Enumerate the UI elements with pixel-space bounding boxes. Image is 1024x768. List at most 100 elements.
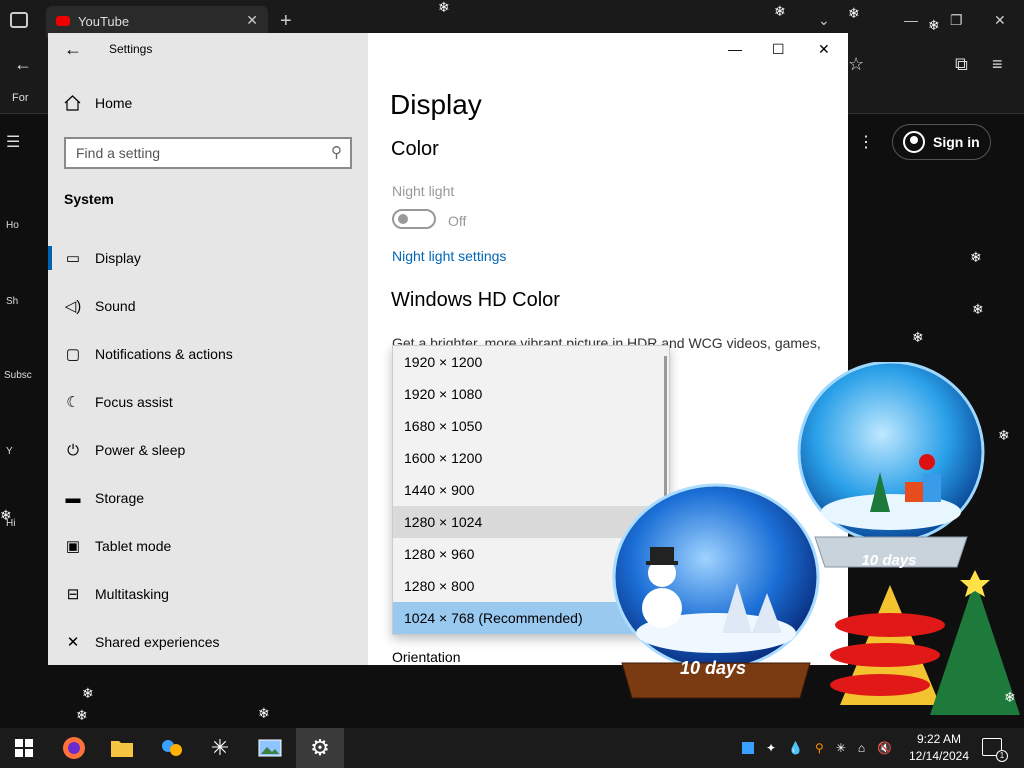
snowflake-decoration: ❄ <box>76 707 88 723</box>
snowflake-decoration: ❄ <box>258 705 270 721</box>
tablet-icon: ▣ <box>65 538 81 555</box>
monitor-icon: ▭ <box>65 250 81 267</box>
nav-item-display[interactable]: ▭ Display <box>48 234 368 282</box>
nav-item-power-sleep[interactable]: ⏻ Power & sleep <box>48 426 368 474</box>
search-icon: ⚲ <box>331 144 342 161</box>
nav-label: Tablet mode <box>95 538 172 554</box>
taskbar-firefox[interactable] <box>50 728 98 768</box>
shared-icon: ✕ <box>66 634 80 651</box>
extensions-icon[interactable]: ⧉ <box>955 54 968 75</box>
night-light-toggle[interactable] <box>392 209 436 229</box>
snowflake-decoration: ❄ <box>928 17 940 33</box>
home-nav-item[interactable]: Home <box>64 95 132 111</box>
snowflake-decoration: ❄ <box>438 0 450 15</box>
youtube-more-icon[interactable]: ⋮ <box>858 132 874 152</box>
nav-item-tablet-mode[interactable]: ▣ Tablet mode <box>48 522 368 570</box>
firefox-icon <box>63 737 85 759</box>
close-button[interactable]: ✕ <box>818 41 830 58</box>
nav-label: Notifications & actions <box>95 346 233 362</box>
nav-item-sound[interactable]: ◁) Sound <box>48 282 368 330</box>
nav-item-shared-experiences[interactable]: ✕ Shared experiences <box>48 618 368 665</box>
snowflake-decoration: ❄ <box>0 507 12 523</box>
taskbar-clock[interactable]: 9:22 AM 12/14/2024 <box>908 731 970 765</box>
resolution-option[interactable]: 1920 × 1200 <box>393 346 669 378</box>
tray-colorful-icon[interactable]: ✦ <box>766 741 776 755</box>
home-label: Home <box>95 95 133 111</box>
snowflake-decoration: ❄ <box>1004 689 1016 705</box>
youtube-nav-subscriptions[interactable]: Subsc <box>4 370 32 381</box>
minimize-button[interactable]: — <box>728 41 742 57</box>
tab-list-icon[interactable] <box>10 12 28 28</box>
taskbar-file-explorer[interactable] <box>98 728 146 768</box>
browser-back-icon[interactable]: ← <box>14 54 32 75</box>
taskbar-snowflake-app[interactable]: ✳ <box>196 728 244 768</box>
nav-label: Shared experiences <box>95 634 220 650</box>
speaker-icon: ◁) <box>64 298 82 315</box>
nav-item-focus-assist[interactable]: ☾ Focus assist <box>48 378 368 426</box>
snowflake-decoration: ❄ <box>970 249 982 265</box>
window-title: Settings <box>109 42 153 56</box>
taskbar-settings[interactable]: ⚙ <box>296 728 344 768</box>
nav-item-notifications[interactable]: ▢ Notifications & actions <box>48 330 368 378</box>
snowflake-decoration: ❄ <box>912 329 924 345</box>
system-tray: ✦ 💧 ⚲ ✳ ⌂ 🔇 <box>742 728 892 768</box>
youtube-left-nav: ☰ Ho Sh Subsc Y Hi <box>0 120 46 620</box>
nav-item-storage[interactable]: ▬ Storage <box>48 474 368 522</box>
night-light-label: Night light <box>392 183 455 199</box>
clock-date: 12/14/2024 <box>908 749 970 763</box>
new-tab-button[interactable]: + <box>280 10 292 33</box>
tab-overflow-chevron-icon[interactable]: ⌄ <box>818 12 830 29</box>
tray-app-icon[interactable] <box>742 742 754 754</box>
youtube-nav-home[interactable]: Ho <box>6 220 19 231</box>
hd-color-heading: Windows HD Color <box>391 289 560 311</box>
windows-logo-icon <box>15 739 33 757</box>
resolution-option[interactable]: 1600 × 1200 <box>393 442 669 474</box>
nav-label: Storage <box>95 490 145 506</box>
bookmark-star-icon[interactable]: ☆ <box>848 54 864 75</box>
youtube-menu-icon[interactable]: ☰ <box>6 132 20 152</box>
find-setting-input[interactable]: Find a setting ⚲ <box>64 137 352 169</box>
nav-item-multitasking[interactable]: ⊟ Multitasking <box>48 570 368 618</box>
browser-menu-icon[interactable]: ≡ <box>992 54 1003 75</box>
color-heading: Color <box>391 138 439 160</box>
nav-label: Display <box>95 250 141 266</box>
youtube-logo-icon <box>56 16 70 26</box>
tray-search-icon[interactable]: ⚲ <box>815 741 824 755</box>
tray-volume-muted-icon[interactable]: 🔇 <box>877 741 892 755</box>
taskbar: ✳ ⚙ ✦ 💧 ⚲ ✳ ⌂ 🔇 9:22 AM 12/14/2024 1 <box>0 728 1024 768</box>
notification-count-badge: 1 <box>996 750 1008 762</box>
sign-in-button[interactable]: Sign in <box>892 124 991 160</box>
taskbar-photos[interactable] <box>246 728 294 768</box>
multitask-icon: ⊟ <box>66 586 80 603</box>
tray-drop-icon[interactable]: 💧 <box>788 741 803 755</box>
message-icon: ▢ <box>65 346 81 363</box>
page-title: Display <box>390 89 482 120</box>
taskbar-app-3[interactable] <box>148 728 196 768</box>
settings-sidebar: ← Settings Home Find a setting ⚲ System … <box>48 33 368 665</box>
nav-label: Multitasking <box>95 586 169 602</box>
browser-restore-button[interactable]: ❐ <box>950 12 963 29</box>
tray-network-icon[interactable]: ⌂ <box>858 741 865 755</box>
close-tab-icon[interactable]: ✕ <box>246 12 258 29</box>
night-light-settings-link[interactable]: Night light settings <box>392 248 506 264</box>
snowflake-decoration: ❄ <box>774 3 786 19</box>
browser-close-button[interactable]: ✕ <box>994 12 1006 29</box>
clock-time: 9:22 AM <box>916 732 962 746</box>
globe-left-caption: 10 days <box>679 658 747 678</box>
snowflake-decoration: ❄ <box>972 301 984 317</box>
nav-label: Sound <box>95 298 136 314</box>
user-icon <box>903 131 925 153</box>
picture-icon <box>258 739 282 757</box>
snowflake-icon: ✳ <box>210 735 230 760</box>
maximize-button[interactable]: ☐ <box>772 41 785 58</box>
section-heading: System <box>64 191 114 207</box>
christmas-tree-image <box>830 570 1020 715</box>
youtube-nav-you[interactable]: Y <box>6 446 13 457</box>
youtube-nav-shorts[interactable]: Sh <box>6 296 18 307</box>
tray-snowflake-icon[interactable]: ✳ <box>836 741 846 755</box>
resolution-option[interactable]: 1920 × 1080 <box>393 378 669 410</box>
browser-minimize-button[interactable]: — <box>904 12 918 28</box>
resolution-option[interactable]: 1680 × 1050 <box>393 410 669 442</box>
start-button[interactable] <box>0 728 48 768</box>
back-arrow-icon[interactable]: ← <box>64 39 82 60</box>
